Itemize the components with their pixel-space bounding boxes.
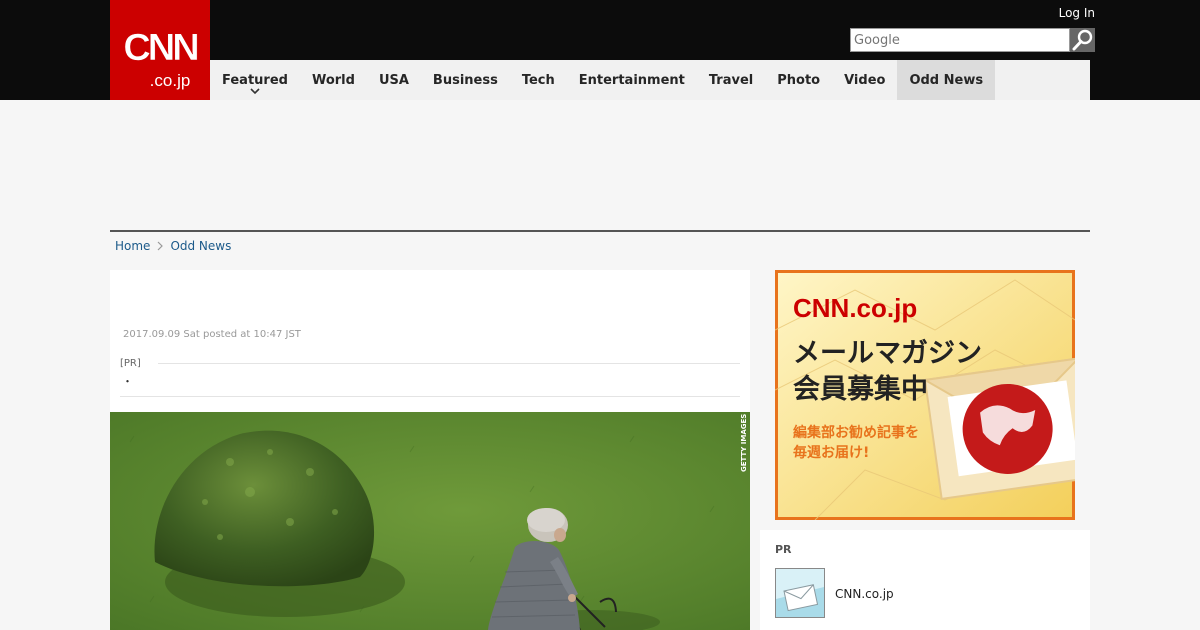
chevron-down-icon (250, 88, 260, 95)
nav-item-tech[interactable]: Tech (510, 60, 567, 100)
nav-item-business[interactable]: Business (421, 60, 510, 100)
pr-box: PR CNN.co.jp (760, 530, 1090, 630)
nav-item-label: Featured (222, 72, 288, 88)
search-input[interactable] (850, 28, 1070, 52)
nav-item-travel[interactable]: Travel (697, 60, 765, 100)
nav-item-photo[interactable]: Photo (765, 60, 832, 100)
nav-item-label: Photo (777, 72, 821, 88)
pr-label: [PR] (120, 358, 141, 369)
nav-item-label: Entertainment (578, 72, 685, 88)
pr-box-title: PR (775, 543, 792, 556)
svg-text:GETTY IMAGES: GETTY IMAGES (740, 414, 748, 472)
nav-item-entertainment[interactable]: Entertainment (567, 60, 697, 100)
pr-link[interactable]: CNN.co.jp (835, 587, 894, 601)
svg-text:.co.jp: .co.jp (150, 71, 191, 90)
banner-sub-2: 毎週お届け! (793, 444, 869, 461)
banner-headline-1: メールマガジン (793, 338, 982, 369)
nav-item-label: Tech (521, 72, 555, 88)
cnn-logo[interactable]: CNN .co.jp (110, 0, 210, 100)
search-button[interactable] (1070, 28, 1095, 52)
svg-text:CNN: CNN (123, 27, 197, 69)
chevron-right-icon (158, 241, 164, 251)
nav-item-label: Business (432, 72, 498, 88)
divider (120, 396, 740, 397)
nav-item-label: Travel (708, 72, 754, 88)
article-date: 2017.09.09 Sat posted at 10:47 JST (123, 329, 301, 340)
ad-space (110, 100, 1090, 230)
login-link[interactable]: Log In (1040, 6, 1095, 20)
nav-item-world[interactable]: World (300, 60, 367, 100)
site-header: CNN .co.jp Log In Featured World USA Bus… (0, 0, 1200, 100)
photo-credit: GETTY IMAGES (740, 414, 748, 472)
mail-icon (776, 569, 824, 617)
nav-item-video[interactable]: Video (832, 60, 897, 100)
mail-magazine-banner[interactable]: CNN.co.jp メールマガジン 会員募集中 編集部お勧め記事を 毎週お届け! (774, 270, 1097, 521)
pr-thumbnail[interactable] (775, 568, 825, 618)
article: 2017.09.09 Sat posted at 10:47 JST [PR] … (110, 270, 750, 630)
nav-item-odd-news[interactable]: Odd News (897, 60, 996, 100)
nav-item-usa[interactable]: USA (367, 60, 421, 100)
banner-logo: CNN.co.jp (793, 293, 917, 323)
banner-headline-2: 会員募集中 (793, 373, 928, 405)
pr-text-link[interactable]: ・ (122, 373, 133, 389)
search-icon (1072, 29, 1092, 51)
main-nav: Featured World USA Business Tech Enterta… (210, 60, 1090, 100)
nav-item-label: Odd News (909, 72, 984, 88)
nav-item-featured[interactable]: Featured (210, 60, 300, 100)
nav-item-label: Video (844, 72, 886, 88)
breadcrumb-home[interactable]: Home (115, 239, 150, 253)
nav-item-label: USA (378, 72, 409, 88)
breadcrumb-odd-news[interactable]: Odd News (170, 239, 231, 253)
divider (158, 363, 740, 364)
article-photo: GETTY IMAGES (110, 412, 750, 630)
breadcrumb-divider (110, 230, 1090, 232)
nav-item-label: World (311, 72, 355, 88)
breadcrumb: Home Odd News (115, 238, 231, 254)
banner-sub-1: 編集部お勧め記事を (793, 424, 919, 441)
